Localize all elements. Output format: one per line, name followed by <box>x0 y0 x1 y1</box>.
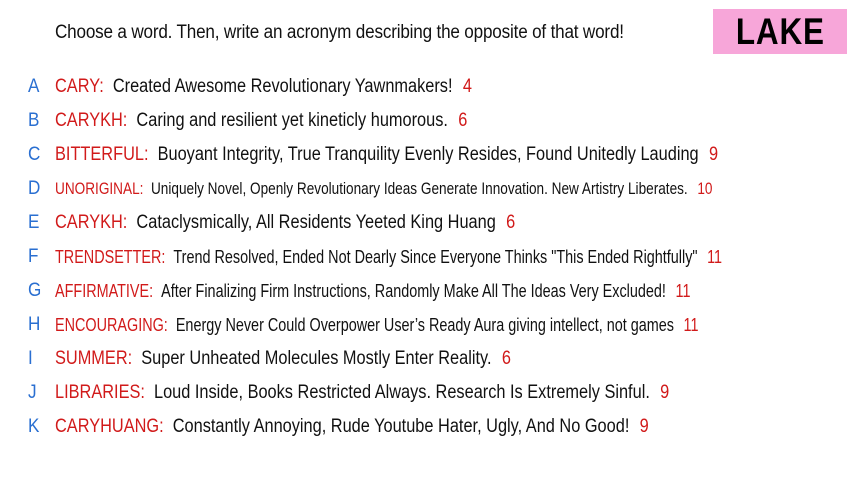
entry-line: SUMMER: Super Unheated Molecules Mostly … <box>55 348 511 370</box>
entry-line: AFFIRMATIVE: After Finalizing Firm Instr… <box>55 281 690 302</box>
entry-acronym: Constantly Annoying, Rude Youtube Hater,… <box>172 416 630 437</box>
target-word-box: LAKE <box>713 9 847 54</box>
entry-word: LIBRARIES: <box>55 382 145 403</box>
entry-row: F TRENDSETTER: Trend Resolved, Ended Not… <box>0 242 853 272</box>
entry-acronym: Super Unheated Molecules Mostly Enter Re… <box>141 348 492 369</box>
entry-row: B CARYKH: Caring and resilient yet kinet… <box>0 106 853 136</box>
entry-letter: B <box>28 110 40 131</box>
entry-row: A CARY: Created Awesome Revolutionary Ya… <box>0 72 853 102</box>
entry-acronym: Loud Inside, Books Restricted Always. Re… <box>153 382 650 403</box>
entry-line: ENCOURAGING: Energy Never Could Overpowe… <box>55 315 698 336</box>
target-word: LAKE <box>735 10 825 52</box>
entry-score: 9 <box>708 144 719 165</box>
entry-line: LIBRARIES: Loud Inside, Books Restricted… <box>55 382 669 404</box>
entry-letter: I <box>28 348 33 369</box>
entry-letter: D <box>28 178 41 199</box>
entry-acronym: Trend Resolved, Ended Not Dearly Since E… <box>173 246 698 267</box>
entry-row: J LIBRARIES: Loud Inside, Books Restrict… <box>0 378 853 408</box>
entry-score: 9 <box>639 416 649 437</box>
entry-word: CARY: <box>55 76 104 97</box>
slide: Choose a word. Then, write an acronym de… <box>0 0 853 480</box>
entry-row: H ENCOURAGING: Energy Never Could Overpo… <box>0 310 853 340</box>
entry-acronym: After Finalizing Firm Instructions, Rand… <box>161 280 666 301</box>
entry-row: C BITTERFUL: Buoyant Integrity, True Tra… <box>0 140 853 170</box>
entry-score: 10 <box>697 179 713 198</box>
entry-word: CARYHUANG: <box>55 416 164 437</box>
entry-letter: H <box>28 314 41 335</box>
entry-word: BITTERFUL: <box>55 144 149 165</box>
entry-word: CARYKH: <box>55 110 128 131</box>
entry-letter: C <box>28 144 41 165</box>
entry-score: 11 <box>683 314 699 335</box>
entry-word: SUMMER: <box>55 348 133 369</box>
entry-acronym: Cataclysmically, All Residents Yeeted Ki… <box>136 212 496 233</box>
entry-line: BITTERFUL: Buoyant Integrity, True Tranq… <box>55 144 718 166</box>
prompt-text: Choose a word. Then, write an acronym de… <box>55 22 624 43</box>
entry-letter: E <box>28 212 40 233</box>
entry-line: UNORIGINAL: Uniquely Novel, Openly Revol… <box>55 179 712 199</box>
entry-acronym: Energy Never Could Overpower User’s Read… <box>175 314 674 335</box>
entry-word: TRENDSETTER: <box>55 246 166 267</box>
entry-acronym: Buoyant Integrity, True Tranquility Even… <box>157 144 699 165</box>
entry-line: CARY: Created Awesome Revolutionary Yawn… <box>55 76 472 98</box>
entry-score: 6 <box>458 110 468 131</box>
entry-letter: A <box>28 76 40 97</box>
entry-letter: K <box>28 416 40 437</box>
entry-letter: G <box>28 280 42 301</box>
entry-word: ENCOURAGING: <box>55 314 168 335</box>
entry-score: 11 <box>707 246 723 267</box>
entry-score: 6 <box>501 348 511 369</box>
entry-line: CARYHUANG: Constantly Annoying, Rude You… <box>55 416 649 438</box>
entry-acronym: Created Awesome Revolutionary Yawnmakers… <box>112 76 453 97</box>
entry-row: D UNORIGINAL: Uniquely Novel, Openly Rev… <box>0 174 853 204</box>
entry-acronym: Uniquely Novel, Openly Revolutionary Ide… <box>150 179 688 198</box>
entry-line: TRENDSETTER: Trend Resolved, Ended Not D… <box>55 247 722 268</box>
entry-acronym: Caring and resilient yet kineticly humor… <box>136 110 448 131</box>
entry-letter: F <box>28 246 39 267</box>
entry-score: 6 <box>506 212 516 233</box>
entry-row: G AFFIRMATIVE: After Finalizing Firm Ins… <box>0 276 853 306</box>
entry-word: AFFIRMATIVE: <box>55 280 154 301</box>
entry-row: K CARYHUANG: Constantly Annoying, Rude Y… <box>0 412 853 442</box>
entry-row: I SUMMER: Super Unheated Molecules Mostl… <box>0 344 853 374</box>
entry-score: 11 <box>675 280 691 301</box>
entry-score: 9 <box>660 382 670 403</box>
entry-line: CARYKH: Caring and resilient yet kinetic… <box>55 110 467 132</box>
entry-letter: J <box>28 382 37 403</box>
entry-score: 4 <box>462 76 472 97</box>
entry-word: CARYKH: <box>55 212 128 233</box>
entry-row: E CARYKH: Cataclysmically, All Residents… <box>0 208 853 238</box>
entry-word: UNORIGINAL: <box>55 179 144 198</box>
entry-line: CARYKH: Cataclysmically, All Residents Y… <box>55 212 515 234</box>
